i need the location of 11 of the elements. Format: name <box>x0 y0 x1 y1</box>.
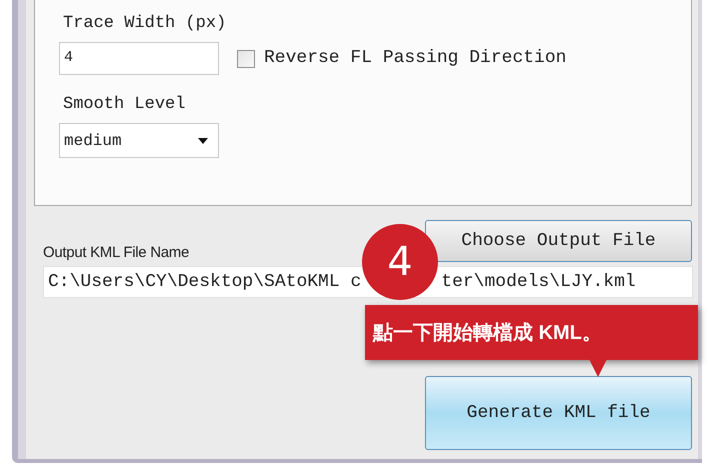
choose-output-button[interactable]: Choose Output File <box>425 220 692 262</box>
input-field[interactable]: 4 <box>59 42 219 75</box>
field-label: Output KML File Name <box>43 243 189 263</box>
field-label: Trace Width (px) <box>63 13 228 35</box>
checkbox-label: Reverse FL Passing Direction <box>264 47 566 70</box>
field-label: Smooth Level <box>63 94 186 116</box>
dropdown[interactable]: medium <box>59 123 219 158</box>
generate-kml-button[interactable]: Generate KML file <box>425 376 692 450</box>
caret-icon <box>198 138 208 144</box>
callout-text: 點一下開始轉檔成 KML。 <box>373 320 602 346</box>
checkbox[interactable] <box>237 50 255 68</box>
